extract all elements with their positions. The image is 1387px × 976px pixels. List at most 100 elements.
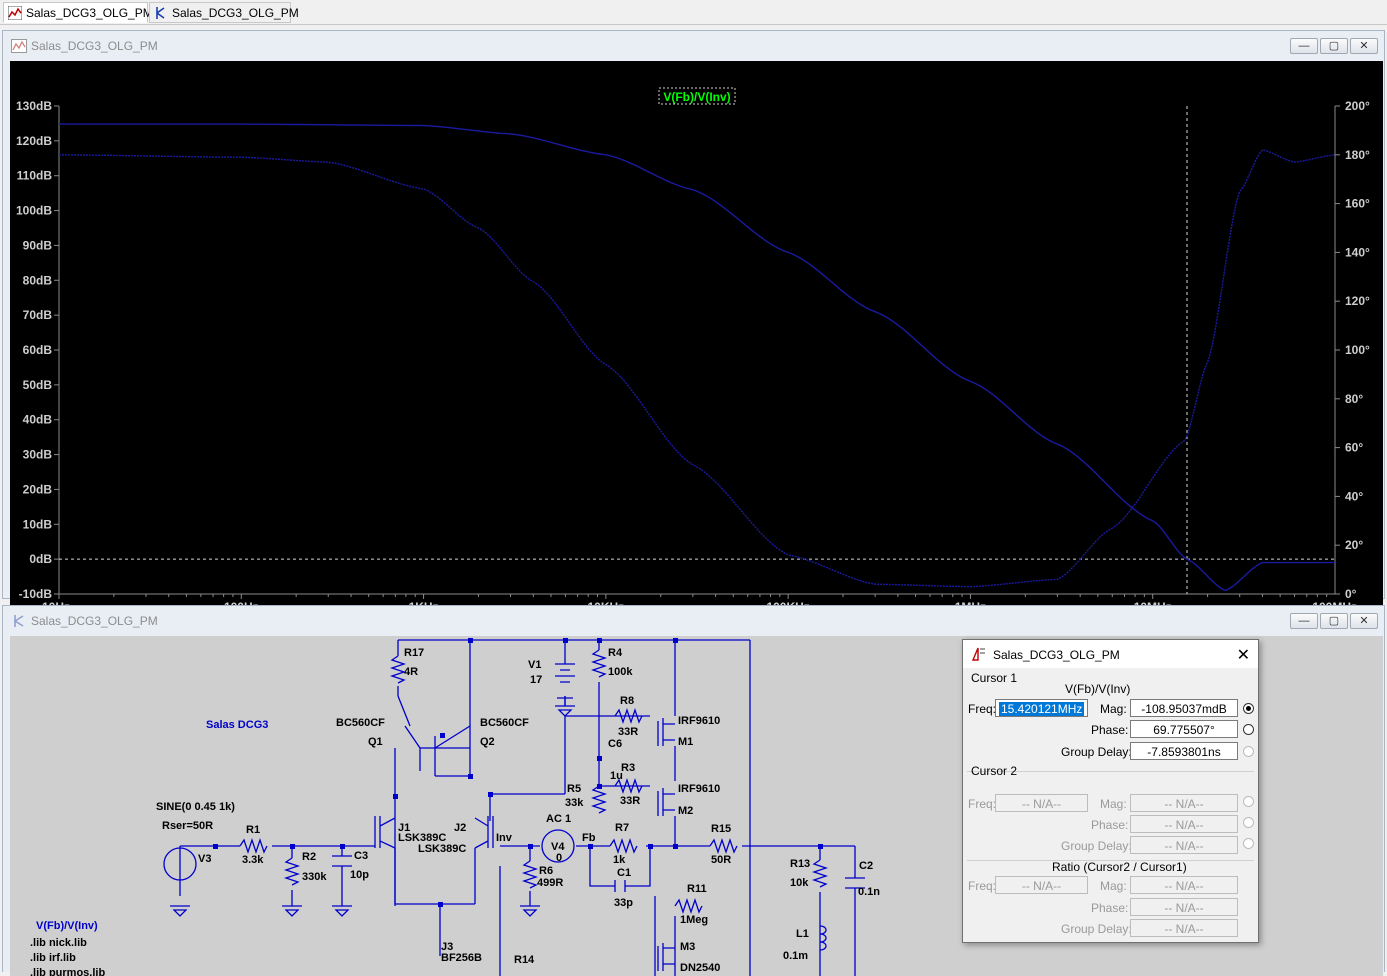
minimize-icon: — [1298,615,1310,627]
group-delay-label: Group Delay: [1061,745,1132,759]
label-V1-value: 17 [530,674,542,686]
y-right-tick-label: 0° [1345,587,1357,601]
cursor2-mag-value: -- N/A-- [1164,797,1204,811]
label-R8-value: 33R [618,726,638,738]
cursor-dialog-titlebar[interactable]: Salas_DCG3_OLG_PM ✕ [963,640,1258,668]
label-R1-value: 3.3k [242,854,264,866]
y-left-tick-label: 30dB [23,448,53,462]
label-Inv: Inv [496,832,513,844]
label-R2: R2 [302,851,316,863]
radio-cursor2-mag [1243,796,1254,807]
label-AC: AC 1 [546,813,571,825]
y-left-tick-label: 100dB [16,204,52,218]
y-left-tick-label: 40dB [23,413,53,427]
schematic-window-title: Salas_DCG3_OLG_PM [31,614,158,628]
y-right-tick-label: 20° [1345,538,1363,552]
close-icon: ✕ [1359,40,1369,52]
y-left-tick-label: 130dB [16,99,52,113]
ratio-mag-field: -- N/A-- [1130,876,1238,894]
close-button[interactable]: ✕ [1350,38,1378,54]
maximize-button[interactable]: ▢ [1320,613,1348,629]
label-C2-value: 0.1n [858,886,880,898]
label-rser: Rser=50R [162,820,213,832]
tab-schematic[interactable]: Salas_DCG3_OLG_PM [149,2,299,23]
ratio-mag-value: -- N/A-- [1164,879,1204,893]
maximize-button[interactable]: ▢ [1320,38,1348,54]
y-left-tick-label: 10dB [23,517,53,531]
cursor2-phase-field: -- N/A-- [1130,815,1238,833]
tab-plot[interactable]: Salas_DCG3_OLG_PM [3,2,153,23]
label-R5-value: 33k [565,797,584,809]
lib-directive-2: .lib irf.lib [30,952,76,964]
series-phase [58,149,1336,588]
label-R14: R14 [514,954,535,966]
label-C2: C2 [859,860,873,872]
radio-group-delay[interactable] [1243,746,1254,757]
y-left-tick-label: 20dB [23,482,53,496]
label-R3: R3 [621,762,635,774]
close-icon: ✕ [1359,615,1369,627]
cursor1-gd-field[interactable]: -7.8593801ns [1130,742,1238,760]
cursor1-phase-value: 69.775507° [1153,723,1215,737]
waveform-icon [8,6,22,20]
y-right-tick-label: 180° [1345,148,1370,162]
cursor1-trace: V(Fb)/V(Inv) [1065,682,1131,696]
label-R7-value: 1k [613,854,626,866]
schematic-labels: Salas DCG3 R17 4R V1 17 R4 100k BC560CF … [30,647,880,976]
ratio-gd-value: -- N/A-- [1164,922,1204,936]
label-C3-value: 10p [350,869,369,881]
lib-directive-1: .lib nick.lib [30,937,87,949]
y-right-tick-label: 140° [1345,245,1370,259]
freq-label: Freq: [968,702,997,716]
y-left-tick-label: -10dB [19,587,53,601]
ratio-mag-label: Mag: [1100,879,1127,893]
label-Q1-model: BC560CF [336,717,385,729]
label-R4-value: 100k [608,666,633,678]
schematic-title: Salas DCG3 [206,719,268,731]
ratio-phase-label: Phase: [1091,901,1129,915]
label-J3-model: BF256B [441,952,482,964]
radio-cursor2-phase [1243,817,1254,828]
cursor2-phase-label: Phase: [1091,818,1129,832]
ratio-freq-value: -- N/A-- [1021,879,1062,893]
close-icon[interactable]: ✕ [1237,645,1250,665]
bode-plot[interactable]: 10Hz100Hz1KHz10KHz100KHz1MHz10MHz100MHz1… [10,61,1383,619]
radio-mag[interactable] [1243,703,1254,714]
radio-phase[interactable] [1243,724,1254,735]
cursor2-freq-label: Freq: [968,797,997,811]
schematic-window-titlebar[interactable]: Salas_DCG3_OLG_PM — ▢ ✕ [3,606,1384,634]
label-J2-model: LSK389C [418,843,466,855]
ratio-freq-field: -- N/A-- [995,876,1088,894]
cursor1-mag-field[interactable]: -108.95037mdB [1130,699,1238,717]
cursor-dialog-title: Salas_DCG3_OLG_PM [993,648,1120,662]
cursor2-mag-field: -- N/A-- [1130,794,1238,812]
y-right-tick-label: 120° [1345,294,1370,308]
y-left-tick-label: 50dB [23,378,53,392]
cursor1-gd-value: -7.8593801ns [1147,745,1221,759]
label-R1: R1 [246,824,260,836]
label-R6: R6 [539,865,553,877]
minimize-button[interactable]: — [1290,38,1318,54]
schematic-wires [163,639,865,976]
label-C3: C3 [354,850,368,862]
cursor2-freq-value: -- N/A-- [1021,797,1062,811]
label-M2-model: IRF9610 [678,783,720,795]
cursor1-freq-field[interactable]: 15.420121MHz [995,699,1088,717]
tab-schematic-label: Salas_DCG3_OLG_PM [172,6,299,20]
ratio-gd-label: Group Delay: [1061,922,1132,936]
plot-window-titlebar[interactable]: Salas_DCG3_OLG_PM — ▢ ✕ [3,31,1384,59]
schematic-icon [14,615,24,627]
y-left-tick-label: 0dB [29,552,52,566]
label-R11-value: 1Meg [680,914,708,926]
label-C1: C1 [617,867,631,879]
minimize-button[interactable]: — [1290,613,1318,629]
close-button[interactable]: ✕ [1350,613,1378,629]
mag-label: Mag: [1100,702,1127,716]
plot-area[interactable]: 10Hz100Hz1KHz10KHz100KHz1MHz10MHz100MHz1… [10,61,1383,619]
cursor1-phase-field[interactable]: 69.775507° [1130,720,1238,738]
schematic-icon [156,7,165,19]
label-R13-value: 10k [790,877,809,889]
ratio-phase-value: -- N/A-- [1164,901,1204,915]
label-C6: C6 [608,738,622,750]
y-left-tick-label: 90dB [23,238,53,252]
